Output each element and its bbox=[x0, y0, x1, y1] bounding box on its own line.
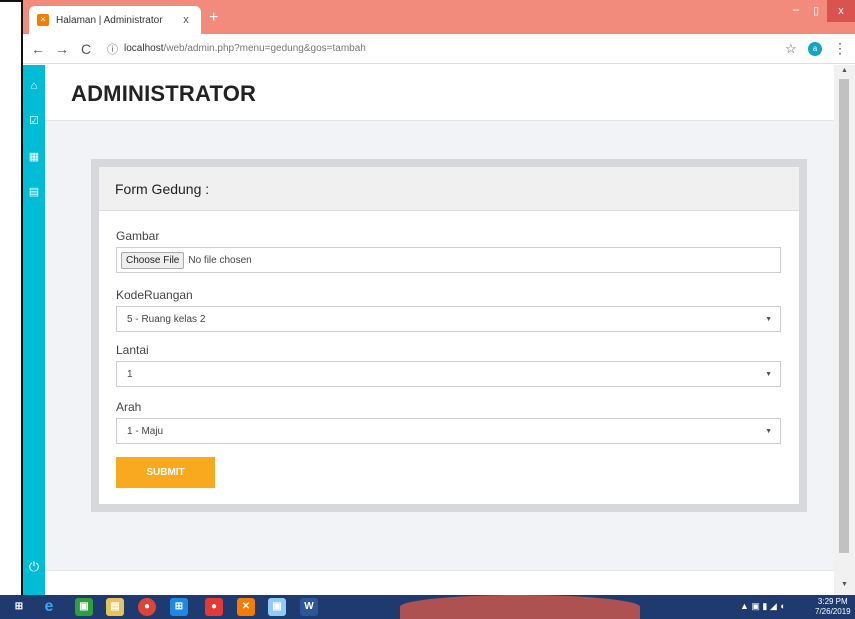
back-arrow-icon[interactable]: ← bbox=[29, 41, 47, 57]
new-tab-button[interactable]: + bbox=[209, 9, 218, 27]
browser-titlebar: ✕ Halaman | Administrator x + – ▯ x bbox=[23, 0, 855, 34]
submit-button[interactable]: SUBMIT bbox=[116, 457, 215, 488]
word-icon[interactable]: W bbox=[300, 598, 318, 616]
url-field[interactable]: localhost/web/admin.php?menu=gedung&gos=… bbox=[124, 43, 366, 54]
chevron-down-icon: ▼ bbox=[765, 427, 772, 435]
scroll-thumb[interactable] bbox=[839, 79, 849, 553]
browser-tab[interactable]: ✕ Halaman | Administrator x bbox=[29, 6, 201, 34]
windows-start-icon[interactable]: ⊞ bbox=[10, 598, 28, 616]
system-tray-icons[interactable]: ▲ ▣ ▮ ◢ ◖ bbox=[740, 601, 785, 612]
gambar-label: Gambar bbox=[116, 229, 160, 243]
sidebar: ⌂ ☑ ▦ ▤ ⏻ bbox=[23, 65, 45, 595]
page-footer bbox=[45, 570, 834, 595]
checkbox-icon[interactable]: ☑ bbox=[23, 114, 45, 127]
xampp-icon[interactable]: ✕ bbox=[237, 598, 255, 616]
form-card-frame: Form Gedung : Gambar Choose File No file… bbox=[91, 159, 807, 512]
file-explorer-icon[interactable]: ▤ bbox=[106, 598, 124, 616]
tab-close-icon[interactable]: x bbox=[179, 14, 193, 26]
arah-label: Arah bbox=[116, 400, 142, 414]
windows-store-tile-icon[interactable]: ⊞ bbox=[170, 598, 188, 616]
choose-file-button[interactable]: Choose File bbox=[121, 251, 185, 269]
screen: ✕ Halaman | Administrator x + – ▯ x ← → … bbox=[0, 0, 855, 619]
edge-browser-icon[interactable]: e bbox=[40, 598, 58, 616]
gambar-file-input[interactable]: Choose File No file chosen bbox=[116, 247, 781, 273]
paint-app-icon[interactable]: ● bbox=[205, 598, 223, 616]
xampp-favicon-icon: ✕ bbox=[37, 14, 49, 26]
page-content: ADMINISTRATOR Form Gedung : Gambar Choos… bbox=[45, 65, 834, 595]
chevron-down-icon: ▼ bbox=[765, 370, 772, 378]
info-icon[interactable]: ⓘ bbox=[107, 41, 118, 57]
form-title: Form Gedung : bbox=[115, 181, 210, 197]
scroll-down-icon[interactable]: ▼ bbox=[841, 581, 848, 588]
kode-ruangan-label: KodeRuangan bbox=[116, 288, 193, 302]
image-viewer-icon[interactable]: ▣ bbox=[268, 598, 286, 616]
table-icon[interactable]: ▦ bbox=[23, 150, 45, 163]
taskbar-highlight bbox=[400, 595, 640, 619]
document-icon[interactable]: ▤ bbox=[23, 185, 45, 198]
file-status: No file chosen bbox=[188, 254, 252, 266]
form-card-header: Form Gedung : bbox=[99, 167, 799, 211]
page-header: ADMINISTRATOR bbox=[45, 65, 834, 121]
lantai-value: 1 bbox=[127, 368, 133, 380]
close-window-button[interactable]: x bbox=[827, 0, 855, 22]
chrome-icon[interactable]: ● bbox=[138, 598, 156, 616]
arah-select[interactable]: 1 - Maju ▼ bbox=[116, 418, 781, 444]
screen-edge bbox=[0, 0, 22, 619]
scroll-up-icon[interactable]: ▲ bbox=[841, 67, 848, 74]
tab-title: Halaman | Administrator bbox=[56, 14, 163, 26]
clock-time: 3:29 PM bbox=[817, 597, 848, 606]
forward-arrow-icon[interactable]: → bbox=[53, 41, 71, 57]
arah-value: 1 - Maju bbox=[127, 425, 164, 437]
clock-date: 7/26/2019 bbox=[815, 607, 851, 616]
taskbar-clock[interactable]: 3:29 PM 7/26/2019 bbox=[815, 597, 851, 617]
reload-icon[interactable]: C bbox=[77, 41, 95, 57]
power-icon[interactable]: ⏻ bbox=[23, 559, 45, 575]
restore-button[interactable]: ▯ bbox=[813, 4, 819, 17]
lantai-label: Lantai bbox=[116, 343, 149, 357]
url-path: /web/admin.php?menu=gedung&gos=tambah bbox=[163, 43, 366, 54]
kode-ruangan-value: 5 - Ruang kelas 2 bbox=[127, 313, 206, 325]
store-icon[interactable]: ▣ bbox=[75, 598, 93, 616]
home-icon[interactable]: ⌂ bbox=[23, 80, 45, 92]
windows-taskbar: ⊞ e ▣ ▤ ● ⊞ ● ✕ ▣ W ▲ ▣ ▮ ◢ ◖ 3:29 PM 7/… bbox=[0, 595, 855, 619]
kode-ruangan-select[interactable]: 5 - Ruang kelas 2 ▼ bbox=[116, 306, 781, 332]
vertical-scrollbar[interactable]: ▲ ▼ bbox=[834, 65, 855, 595]
form-card: Form Gedung : Gambar Choose File No file… bbox=[99, 167, 799, 504]
profile-avatar[interactable]: a bbox=[808, 41, 822, 56]
url-host: localhost bbox=[124, 43, 164, 54]
address-bar: ← → C ⓘ localhost/web/admin.php?menu=ged… bbox=[23, 34, 855, 64]
lantai-select[interactable]: 1 ▼ bbox=[116, 361, 781, 387]
chevron-down-icon: ▼ bbox=[765, 315, 772, 323]
bookmark-star-icon[interactable]: ☆ bbox=[785, 41, 797, 57]
minimize-button[interactable]: – bbox=[793, 4, 799, 16]
page-title: ADMINISTRATOR bbox=[71, 81, 257, 106]
menu-kebab-icon[interactable]: ⋮ bbox=[833, 40, 847, 57]
